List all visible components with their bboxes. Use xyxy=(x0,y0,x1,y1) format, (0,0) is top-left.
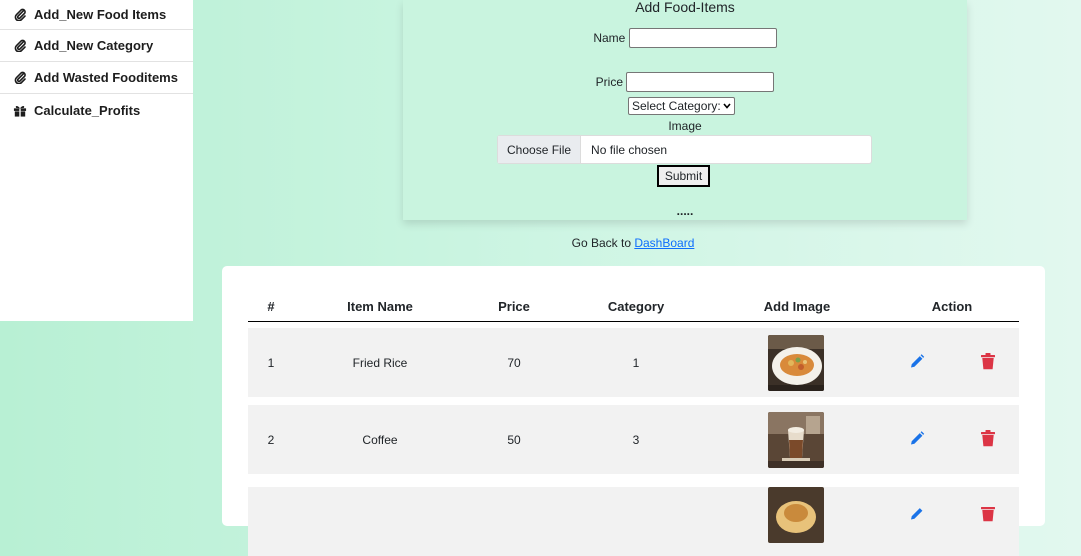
cell-category: 1 xyxy=(632,355,640,370)
header-item-name: Item Name xyxy=(347,299,413,314)
cell-price: 50 xyxy=(507,432,521,447)
sidebar-item-label: Add Wasted Fooditems xyxy=(34,70,178,85)
sidebar-item-label: Add_New Food Items xyxy=(34,7,167,22)
dashboard-link[interactable]: DashBoard xyxy=(634,236,694,250)
trash-icon[interactable] xyxy=(981,352,995,373)
pencil-icon[interactable] xyxy=(909,506,925,525)
pencil-icon[interactable] xyxy=(909,353,925,372)
trash-icon[interactable] xyxy=(981,505,995,525)
submit-button[interactable]: Submit xyxy=(657,165,710,187)
food-items-table: # Item Name Price Category Add Image Act… xyxy=(222,266,1045,556)
cell-item-name: Coffee xyxy=(362,432,398,447)
cell-price: 70 xyxy=(507,355,521,370)
pencil-icon[interactable] xyxy=(909,430,925,449)
category-select-value: Select Category: xyxy=(632,99,721,113)
header-add-image: Add Image xyxy=(763,299,831,314)
price-row: Price xyxy=(403,72,967,92)
cell-category: 3 xyxy=(632,432,640,447)
add-food-form: Add Food-Items Name Price Select Categor… xyxy=(403,0,967,220)
go-back-line: Go Back to DashBoard xyxy=(0,236,1081,250)
sidebar-item-add-wasted-fooditems[interactable]: Add Wasted Fooditems xyxy=(0,62,193,94)
sidebar-item-label: Calculate_Profits xyxy=(34,102,141,118)
category-select[interactable]: Select Category: xyxy=(628,97,735,115)
price-input[interactable] xyxy=(626,72,775,92)
paperclip-icon xyxy=(12,8,28,22)
sidebar: Add_New Food Items Add_New Category Add … xyxy=(0,0,193,321)
food-thumbnail xyxy=(768,487,824,543)
gift-icon xyxy=(12,103,28,117)
go-back-text: Go Back to xyxy=(571,236,635,250)
table-row xyxy=(248,487,1019,556)
choose-file-button[interactable]: Choose File xyxy=(498,136,582,163)
table-header: # Item Name Price Category Add Image Act… xyxy=(248,299,1019,322)
name-label: Name xyxy=(593,31,626,45)
image-label: Image xyxy=(668,119,702,133)
paperclip-icon xyxy=(12,71,28,85)
food-thumbnail xyxy=(768,411,824,468)
dots-text: ..... xyxy=(676,204,694,218)
sidebar-item-add-new-category[interactable]: Add_New Category xyxy=(0,30,193,62)
header-number: # xyxy=(267,299,275,314)
file-status: No file chosen xyxy=(591,142,668,157)
image-file-input[interactable]: Choose File No file chosen xyxy=(497,135,872,164)
trash-icon[interactable] xyxy=(981,429,995,450)
sidebar-item-label: Add_New Category xyxy=(34,38,154,53)
name-input[interactable] xyxy=(628,28,777,48)
category-select-wrap: Select Category: xyxy=(628,97,735,115)
header-action: Action xyxy=(931,299,973,314)
sidebar-item-add-new-food-items[interactable]: Add_New Food Items xyxy=(0,0,193,30)
header-category: Category xyxy=(607,299,665,314)
table-row: 2 Coffee 50 3 xyxy=(248,405,1019,474)
table-row: 1 Fried Rice 70 1 xyxy=(248,328,1019,397)
cell-number: 2 xyxy=(267,432,275,447)
cell-item-name: Fried Rice xyxy=(352,355,408,370)
form-title: Add Food-Items xyxy=(635,0,735,15)
header-price: Price xyxy=(498,299,530,314)
paperclip-icon xyxy=(12,39,28,53)
chevron-down-icon xyxy=(723,103,731,109)
cell-number: 1 xyxy=(267,355,275,370)
food-thumbnail xyxy=(768,334,824,391)
name-row: Name xyxy=(403,28,967,48)
sidebar-item-calculate-profits[interactable]: Calculate_Profits xyxy=(0,94,193,126)
price-label: Price xyxy=(595,75,623,89)
